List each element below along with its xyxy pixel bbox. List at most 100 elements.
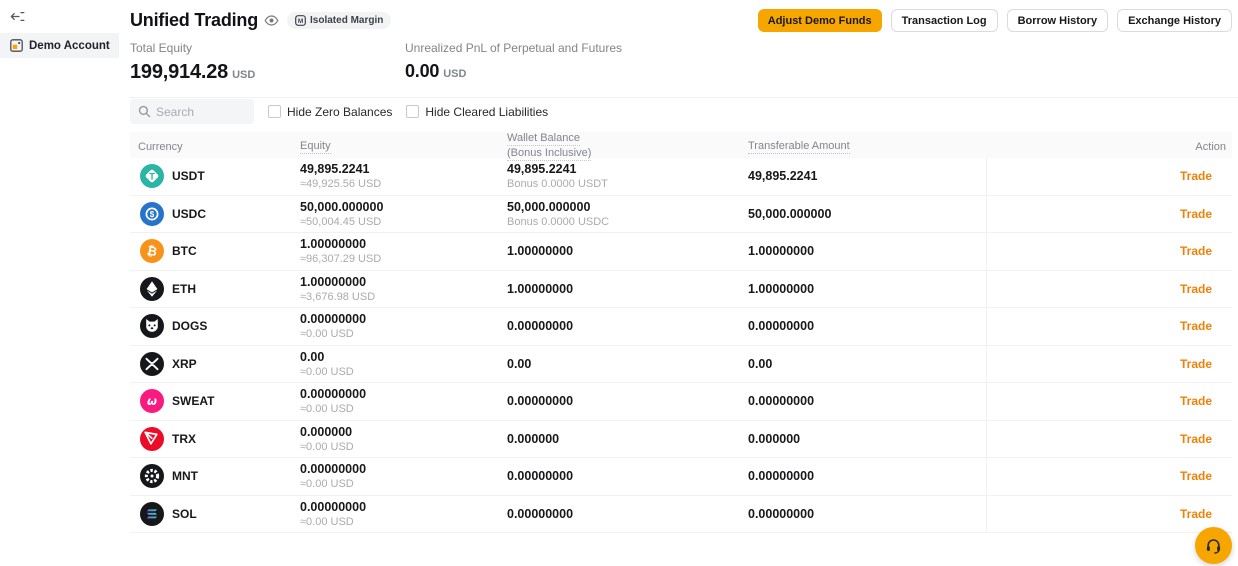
sweat-icon: ω — [140, 389, 164, 414]
equity-value: 50,000.000000 — [300, 199, 384, 214]
currency-symbol: XRP — [172, 356, 197, 371]
headset-icon — [1204, 536, 1223, 555]
trade-link[interactable]: Trade — [1180, 282, 1212, 296]
equity-value: 0.000000 — [300, 424, 353, 439]
transferable-amount-value: 49,895.2241 — [748, 169, 818, 184]
equity-usd-value: ≈0.00 USD — [300, 365, 354, 378]
trx-icon — [140, 426, 164, 451]
equity-cell: 0.00 ≈0.00 USD — [300, 350, 507, 378]
equity-usd-value: ≈50,004.45 USD — [300, 215, 382, 228]
table-row-xrp: XRP 0.00 ≈0.00 USD 0.00 0.00 Trade — [130, 345, 1232, 383]
wallet-balance-value: 0.00000000 — [507, 506, 574, 521]
transferable-amount-cell: 0.000000 — [748, 432, 986, 446]
equity-cell: 49,895.2241 ≈49,925.56 USD — [300, 162, 507, 190]
hide-zero-balances-checkbox[interactable]: Hide Zero Balances — [268, 105, 392, 119]
svg-text:M: M — [298, 18, 303, 25]
wallet-balance-value: 0.00 — [507, 356, 532, 371]
transaction-log-button[interactable]: Transaction Log — [890, 9, 998, 32]
equity-value: 49,895.2241 — [300, 162, 370, 177]
trade-link[interactable]: Trade — [1180, 319, 1212, 333]
margin-mode-badge: M Isolated Margin — [287, 12, 392, 29]
trade-link[interactable]: Trade — [1180, 394, 1212, 408]
transferable-amount-cell: 0.00000000 — [748, 507, 986, 521]
action-cell: Trade — [986, 420, 1232, 457]
wallet-balance-value: 0.00000000 — [507, 394, 574, 409]
checkbox-label: Hide Cleared Liabilities — [425, 104, 549, 119]
sidebar-item-demo-account[interactable]: Demo Account — [0, 33, 119, 58]
action-cell: Trade — [986, 233, 1232, 270]
wallet-balance-cell: 0.00000000 — [507, 507, 748, 521]
equity-cell: 0.00000000 ≈0.00 USD — [300, 312, 507, 340]
trade-link[interactable]: Trade — [1180, 357, 1212, 371]
column-header-wallet-balance: Wallet Balance (Bonus Inclusive) — [507, 132, 592, 161]
action-cell: Trade — [986, 345, 1232, 382]
table-body: T USDT 49,895.2241 ≈49,925.56 USD 49,895… — [130, 158, 1232, 533]
equity-stats: Total Equity 199,914.28 USD Unrealized P… — [130, 41, 622, 84]
equity-value: 0.00 — [300, 349, 325, 364]
adjust-demo-funds-button[interactable]: Adjust Demo Funds — [757, 9, 882, 32]
checkbox-box[interactable] — [268, 105, 281, 118]
action-cell: Trade — [986, 270, 1232, 307]
checkbox-box[interactable] — [406, 105, 420, 118]
search-input[interactable] — [156, 104, 240, 119]
wallet-bonus: Bonus 0.0000 USDC — [507, 215, 610, 228]
equity-value: 1.00000000 — [300, 237, 367, 252]
wallet-balance-cell: 49,895.2241 Bonus 0.0000 USDT — [507, 162, 748, 190]
transferable-amount-cell: 50,000.000000 — [748, 207, 986, 221]
support-button[interactable] — [1195, 527, 1232, 564]
transferable-amount-value: 0.000000 — [748, 431, 801, 446]
transferable-amount-cell: 1.00000000 — [748, 282, 986, 296]
borrow-history-button[interactable]: Borrow History — [1006, 9, 1109, 32]
total-equity-stat: Total Equity 199,914.28 USD — [130, 41, 405, 84]
equity-value: 0.00000000 — [300, 312, 367, 327]
checkbox-label: Hide Zero Balances — [287, 104, 393, 119]
table-row-trx: TRX 0.000000 ≈0.00 USD 0.000000 0.000000… — [130, 420, 1232, 458]
search-box[interactable] — [130, 99, 254, 124]
currency-symbol: ETH — [172, 281, 196, 296]
currency-symbol: DOGS — [172, 319, 208, 334]
currency-symbol: USDC — [172, 206, 207, 221]
currency-cell: SOL — [130, 501, 300, 526]
action-cell: Trade — [986, 495, 1232, 532]
currency-symbol: TRX — [172, 431, 196, 446]
filter-row: Hide Zero Balances Hide Cleared Liabilit… — [130, 99, 548, 124]
unrealized-pnl-value: 0.00 — [405, 61, 440, 81]
currency-symbol: SOL — [172, 506, 197, 521]
dogs-icon — [140, 314, 164, 339]
wallet-balance-value: 1.00000000 — [507, 244, 574, 259]
action-cell: Trade — [986, 308, 1232, 345]
trade-link[interactable]: Trade — [1180, 507, 1212, 521]
transferable-amount-value: 0.00 — [748, 356, 773, 371]
trade-link[interactable]: Trade — [1180, 169, 1212, 183]
trade-link[interactable]: Trade — [1180, 469, 1212, 483]
transferable-amount-value: 0.00000000 — [748, 506, 815, 521]
exchange-history-button[interactable]: Exchange History — [1117, 9, 1232, 32]
equity-cell: 1.00000000 ≈96,307.29 USD — [300, 237, 507, 265]
eye-icon[interactable] — [264, 15, 279, 26]
currency-cell: ₿ BTC — [130, 239, 300, 264]
wallet-balance-value: 0.000000 — [507, 431, 560, 446]
wallet-balance-cell: 0.00000000 — [507, 394, 748, 408]
total-equity-value: 199,914.28 — [130, 61, 229, 83]
hide-cleared-liabilities-checkbox[interactable]: Hide Cleared Liabilities — [406, 105, 548, 119]
trade-link[interactable]: Trade — [1180, 432, 1212, 446]
currency-cell: $ USDC — [130, 201, 300, 226]
column-header-transferable-amount: Transferable Amount — [748, 139, 850, 154]
table-row-mnt: MNT 0.00000000 ≈0.00 USD 0.00000000 0.00… — [130, 458, 1232, 496]
currency-symbol: USDT — [172, 169, 205, 184]
trade-link[interactable]: Trade — [1180, 207, 1212, 221]
action-cell: Trade — [986, 383, 1232, 420]
transferable-amount-value: 1.00000000 — [748, 281, 815, 296]
usdt-icon: T — [140, 164, 164, 189]
equity-value: 0.00000000 — [300, 462, 367, 477]
transferable-amount-value: 1.00000000 — [748, 244, 815, 259]
sidebar: Demo Account — [0, 0, 120, 566]
wallet-balance-value: 50,000.000000 — [507, 199, 591, 214]
btc-icon: ₿ — [140, 239, 164, 264]
column-header-action: Action — [1195, 140, 1226, 153]
svg-text:ω: ω — [147, 394, 157, 408]
trade-link[interactable]: Trade — [1180, 244, 1212, 258]
sol-icon — [140, 501, 164, 526]
collapse-sidebar-icon[interactable] — [10, 9, 28, 23]
currency-cell: ω SWEAT — [130, 389, 300, 414]
